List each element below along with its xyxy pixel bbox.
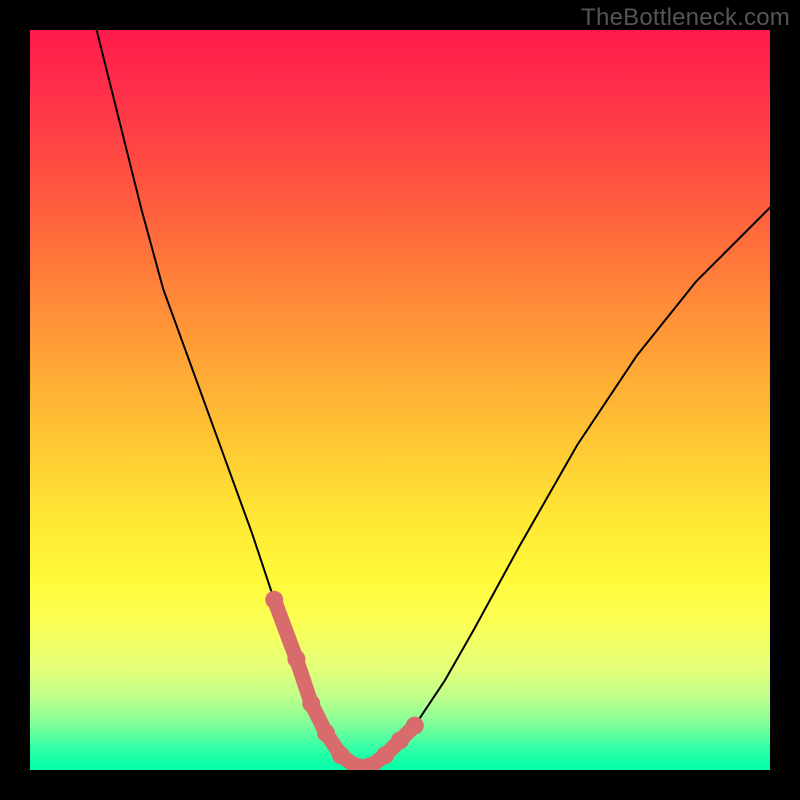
chart-frame: TheBottleneck.com [0, 0, 800, 800]
highlight-dot [265, 591, 283, 609]
highlight-dot [332, 746, 350, 764]
watermark-text: TheBottleneck.com [581, 4, 790, 32]
plot-area [30, 30, 770, 770]
highlight-dot [287, 650, 305, 668]
highlight-dot [376, 746, 394, 764]
highlight-dot [391, 731, 409, 749]
highlight-dot [302, 694, 320, 712]
highlight-dot [317, 724, 335, 742]
highlight-dots [265, 591, 424, 770]
highlight-dot [406, 717, 424, 735]
curve-svg [30, 30, 770, 770]
bottleneck-curve [97, 30, 770, 766]
